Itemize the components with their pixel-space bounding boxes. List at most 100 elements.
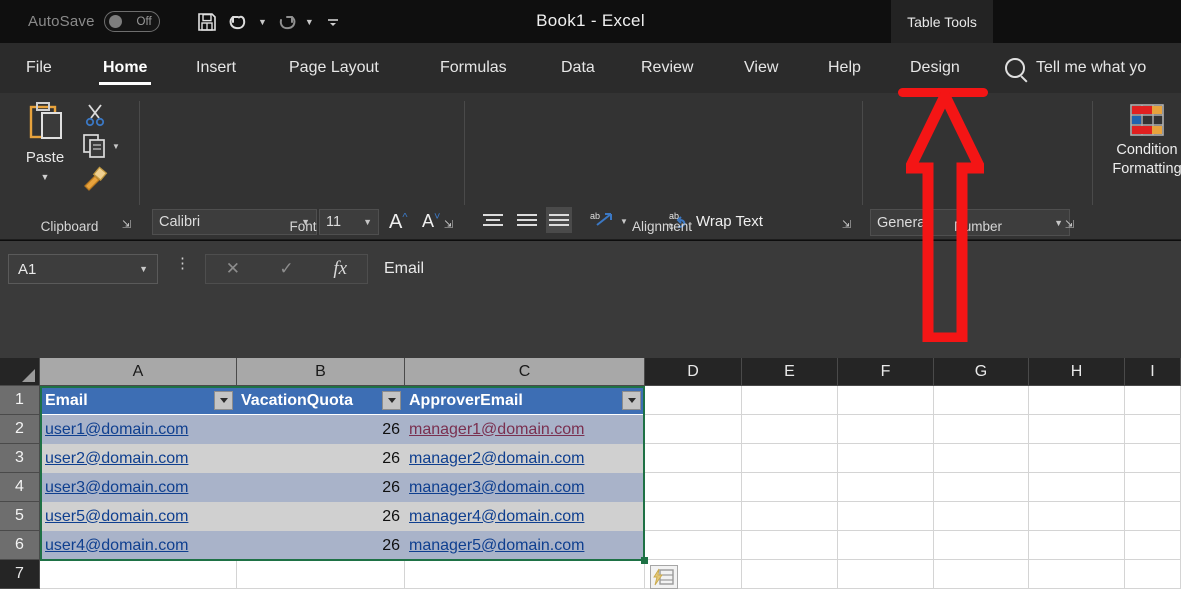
cell-i5[interactable] (1125, 502, 1181, 531)
cell-g3[interactable] (934, 444, 1029, 473)
cell-f2[interactable] (838, 415, 934, 444)
tab-design[interactable]: Design (906, 43, 964, 93)
formula-bar-overflow-icon[interactable]: ⋮ (175, 256, 190, 271)
cell-email-link[interactable]: user3@domain.com (45, 479, 188, 497)
cut-button[interactable] (84, 103, 106, 127)
filter-dropdown-approver[interactable] (622, 391, 641, 410)
row-header-1[interactable]: 1 (0, 386, 40, 415)
save-icon[interactable] (192, 9, 222, 35)
table-tools-contextual-tab[interactable]: Table Tools (891, 0, 993, 43)
cell-approver[interactable]: manager3@domain.com (405, 473, 644, 502)
column-header-a[interactable]: A (40, 358, 237, 386)
tab-page-layout[interactable]: Page Layout (285, 43, 383, 93)
cell-d2[interactable] (645, 415, 742, 444)
cell-e6[interactable] (742, 531, 838, 560)
cell-d5[interactable] (645, 502, 742, 531)
customize-qat-icon[interactable] (318, 9, 348, 35)
quick-access-toolbar[interactable]: ▼ ▼ (192, 9, 348, 35)
filter-dropdown-quota[interactable] (382, 391, 401, 410)
cancel-formula-button[interactable]: ✕ (206, 259, 260, 279)
enter-formula-button[interactable]: ✓ (260, 259, 314, 279)
table-header-quota[interactable]: VacationQuota (237, 387, 405, 414)
tab-file[interactable]: File (22, 43, 56, 93)
cell-email-link[interactable]: user4@domain.com (45, 537, 188, 555)
column-header-h[interactable]: H (1029, 358, 1125, 386)
cell-approver[interactable]: manager4@domain.com (405, 502, 644, 531)
cell-g4[interactable] (934, 473, 1029, 502)
redo-icon[interactable] (271, 9, 301, 35)
cell-d1[interactable] (645, 386, 742, 415)
clipboard-dialog-launcher[interactable]: ⇲ (120, 219, 133, 232)
cell-e3[interactable] (742, 444, 838, 473)
tab-data[interactable]: Data (557, 43, 599, 93)
row-header-2[interactable]: 2 (0, 415, 40, 444)
worksheet-grid[interactable]: A B C D E F G H I 1 2 3 4 5 6 7 Email Va… (0, 358, 1181, 589)
undo-icon[interactable] (224, 9, 254, 35)
column-header-d[interactable]: D (645, 358, 742, 386)
cell-g1[interactable] (934, 386, 1029, 415)
cell-c7[interactable] (405, 560, 645, 589)
table-header-email[interactable]: Email (41, 387, 237, 414)
insert-function-button[interactable]: fx (313, 258, 367, 280)
table-header-approver[interactable]: ApproverEmail (405, 387, 644, 414)
cell-e5[interactable] (742, 502, 838, 531)
table-row[interactable]: user2@domain.com (41, 444, 237, 473)
cell-h6[interactable] (1029, 531, 1125, 560)
row-header-7[interactable]: 7 (0, 560, 40, 589)
undo-dropdown-icon[interactable]: ▼ (256, 17, 269, 27)
cell-i2[interactable] (1125, 415, 1181, 444)
cell-f6[interactable] (838, 531, 934, 560)
autosave-switch[interactable]: Off (103, 11, 160, 32)
cell-quota[interactable]: 26 (237, 415, 405, 444)
column-header-b[interactable]: B (237, 358, 405, 386)
cell-email-link[interactable]: user5@domain.com (45, 508, 188, 526)
name-box[interactable]: A1 ▼ (8, 254, 158, 284)
cell-f1[interactable] (838, 386, 934, 415)
cell-f4[interactable] (838, 473, 934, 502)
cell-email-link[interactable]: user1@domain.com (45, 421, 188, 439)
cell-i6[interactable] (1125, 531, 1181, 560)
column-header-e[interactable]: E (742, 358, 838, 386)
tab-view[interactable]: View (740, 43, 782, 93)
row-header-3[interactable]: 3 (0, 444, 40, 473)
cell-quota[interactable]: 26 (237, 444, 405, 473)
cell-i3[interactable] (1125, 444, 1181, 473)
cell-approver-link[interactable]: manager3@domain.com (409, 479, 584, 497)
redo-dropdown-icon[interactable]: ▼ (303, 17, 316, 27)
row-header-4[interactable]: 4 (0, 473, 40, 502)
table-row[interactable]: user5@domain.com (41, 502, 237, 531)
cell-quota[interactable]: 26 (237, 502, 405, 531)
filter-dropdown-email[interactable] (214, 391, 233, 410)
format-painter-button[interactable] (82, 166, 108, 192)
cell-approver-link[interactable]: manager4@domain.com (409, 508, 584, 526)
quick-analysis-icon[interactable] (650, 565, 678, 589)
cell-h7[interactable] (1029, 560, 1125, 589)
copy-dropdown-icon[interactable]: ▼ (112, 142, 120, 151)
cell-approver[interactable]: manager1@domain.com (405, 415, 644, 444)
number-dialog-launcher[interactable]: ⇲ (1063, 219, 1076, 232)
cell-approver[interactable]: manager5@domain.com (405, 531, 644, 560)
selection-fill-handle[interactable] (641, 557, 648, 564)
tab-formulas[interactable]: Formulas (436, 43, 511, 93)
copy-button[interactable]: ▼ (82, 133, 120, 159)
cell-quota[interactable]: 26 (237, 473, 405, 502)
cell-h5[interactable] (1029, 502, 1125, 531)
cell-b7[interactable] (237, 560, 405, 589)
table-row[interactable]: user3@domain.com (41, 473, 237, 502)
column-header-g[interactable]: G (934, 358, 1029, 386)
row-header-6[interactable]: 6 (0, 531, 40, 560)
cell-h3[interactable] (1029, 444, 1125, 473)
cell-d4[interactable] (645, 473, 742, 502)
cell-i1[interactable] (1125, 386, 1181, 415)
cell-i4[interactable] (1125, 473, 1181, 502)
cell-d6[interactable] (645, 531, 742, 560)
autosave-toggle[interactable]: AutoSave Off (28, 11, 160, 32)
font-dialog-launcher[interactable]: ⇲ (442, 219, 455, 232)
cell-approver-link[interactable]: manager5@domain.com (409, 537, 584, 555)
formula-bar-expanded-area[interactable] (376, 284, 1181, 346)
row-header-5[interactable]: 5 (0, 502, 40, 531)
tell-me-search[interactable]: Tell me what yo (1005, 43, 1146, 93)
column-header-f[interactable]: F (838, 358, 934, 386)
chevron-down-icon[interactable]: ▼ (139, 264, 148, 274)
cell-quota[interactable]: 26 (237, 531, 405, 560)
